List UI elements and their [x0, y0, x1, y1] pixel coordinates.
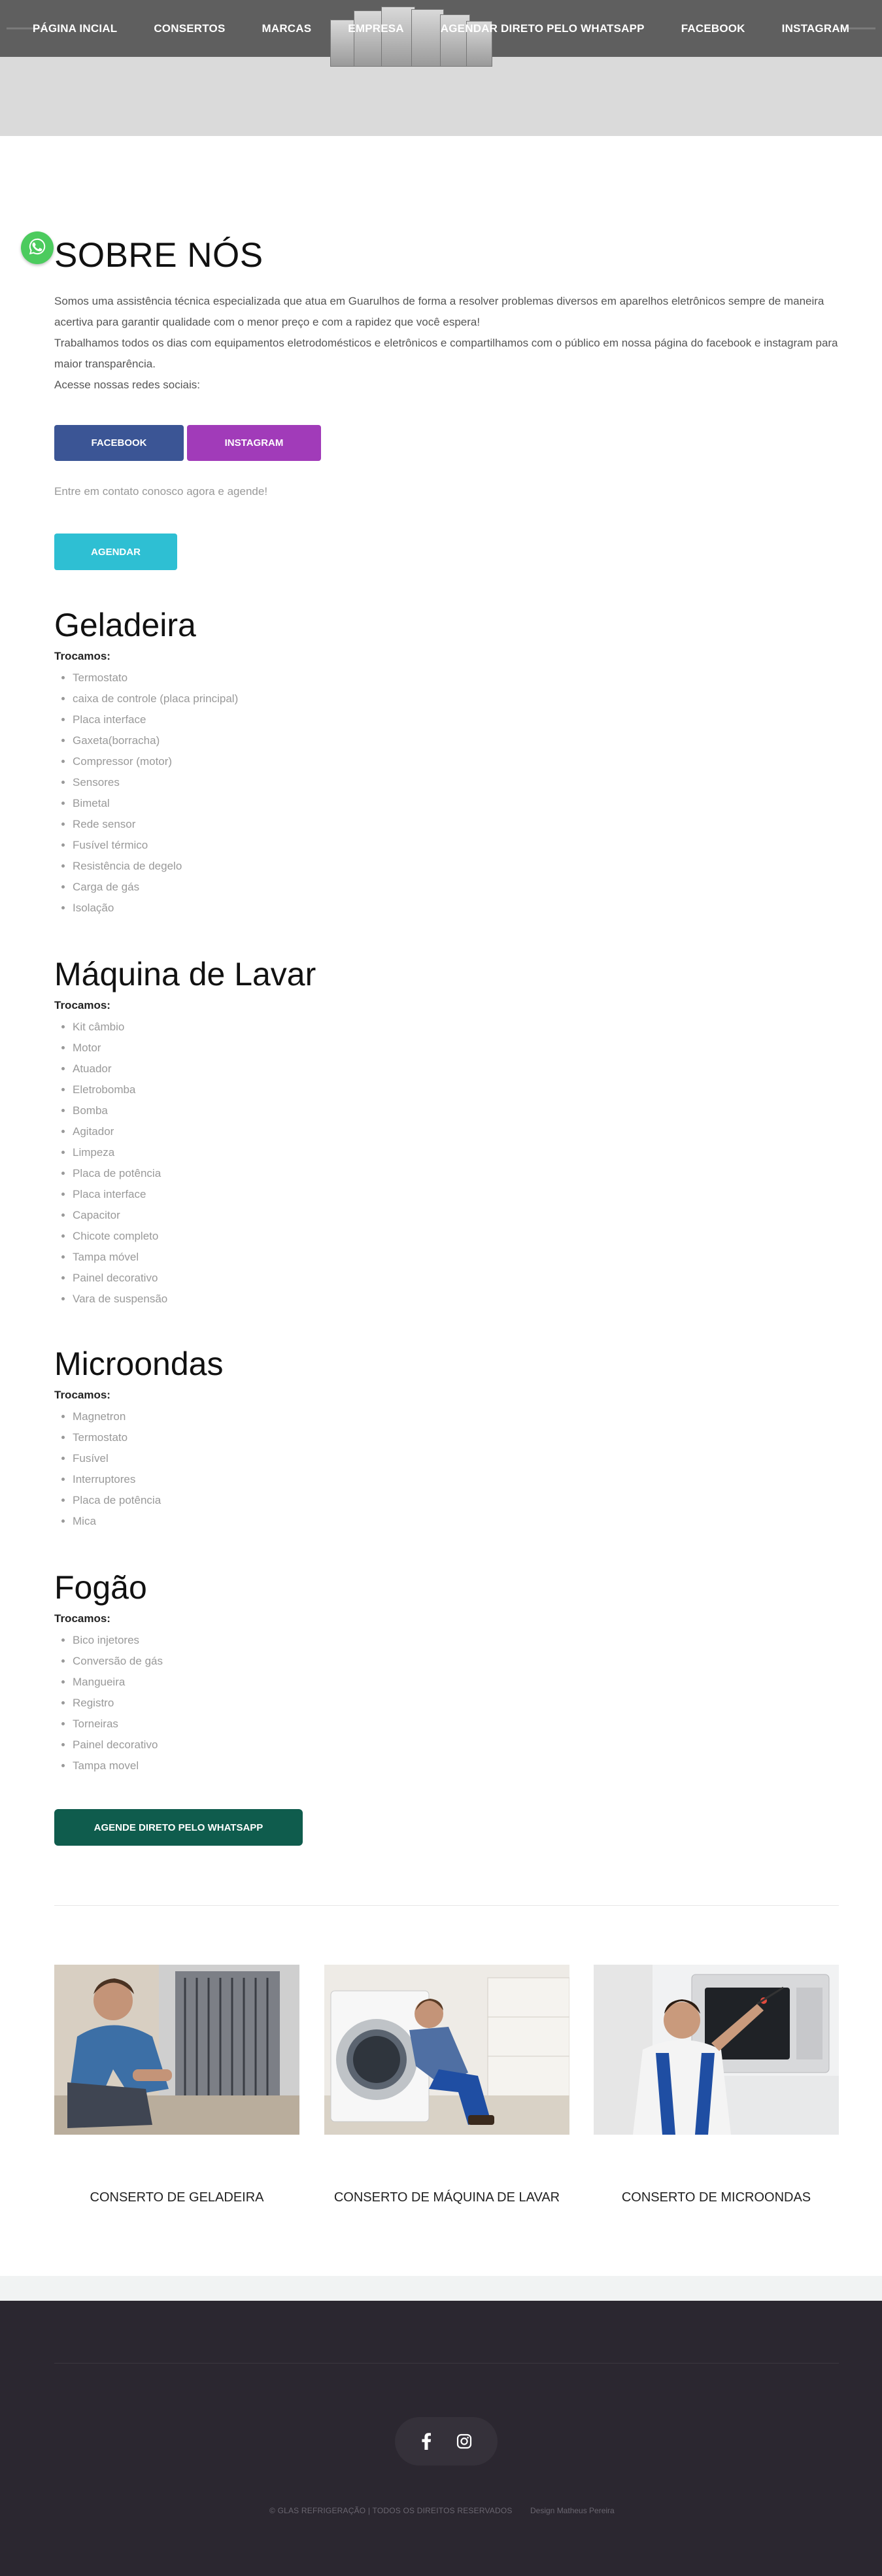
list-item: Interruptores [73, 1469, 161, 1490]
service-card-microwave[interactable]: CONSERTO DE MICROONDAS [594, 1965, 839, 2205]
facebook-button[interactable]: FACEBOOK [54, 425, 184, 461]
list-item: Vara de suspensão [73, 1289, 167, 1310]
footer-social-links [395, 2417, 498, 2466]
list-item: Fusível térmico [73, 835, 238, 856]
list-item: Compressor (motor) [73, 751, 238, 772]
list-item: Atuador [73, 1059, 167, 1079]
service-list: Bico injetores Conversão de gás Mangueir… [73, 1630, 163, 1776]
list-item: Sensores [73, 772, 238, 793]
list-item: Bomba [73, 1100, 167, 1121]
list-item: Registro [73, 1693, 163, 1714]
facebook-icon[interactable] [421, 2433, 432, 2450]
about-paragraph: Acesse nossas redes sociais: [54, 379, 200, 391]
list-item: Mica [73, 1511, 161, 1532]
card-caption: CONSERTO DE MICROONDAS [621, 2190, 811, 2205]
list-item: Gaxeta(borracha) [73, 730, 238, 751]
list-item: Capacitor [73, 1205, 167, 1226]
list-item: Motor [73, 1038, 167, 1059]
list-item: Placa interface [73, 709, 238, 730]
list-item: Chicote completo [73, 1226, 167, 1247]
list-item: Conversão de gás [73, 1651, 163, 1672]
list-item: Resistência de degelo [73, 856, 238, 877]
list-item: Agitador [73, 1121, 167, 1142]
contact-text: Entre em contato conosco agora e agende! [54, 485, 268, 498]
footer: © GLAS REFRIGERAÇÃO | TODOS OS DIREITOS … [0, 2301, 882, 2576]
nav-item-repairs[interactable]: CONSERTOS [135, 22, 243, 35]
service-subtitle: Trocamos: [54, 999, 110, 1011]
list-item: Isolação [73, 898, 238, 919]
list-item: Termostato [73, 1427, 161, 1448]
service-title: Microondas [54, 1346, 224, 1382]
service-card-washer[interactable]: CONSERTO DE MÁQUINA DE LAVAR [324, 1965, 569, 2205]
list-item: Termostato [73, 668, 238, 688]
about-text: Somos uma assistência técnica especializ… [54, 291, 839, 396]
footer-divider [54, 2363, 839, 2364]
service-list: Magnetron Termostato Fusível Interruptor… [73, 1406, 161, 1532]
list-item: Bico injetores [73, 1630, 163, 1651]
list-item: Torneiras [73, 1714, 163, 1735]
list-item: Placa de potência [73, 1490, 161, 1511]
list-item: Kit câmbio [73, 1017, 167, 1038]
list-item: Rede sensor [73, 814, 238, 835]
card-caption: CONSERTO DE MÁQUINA DE LAVAR [333, 2190, 560, 2205]
social-buttons: FACEBOOK INSTAGRAM [54, 425, 321, 461]
list-item: Magnetron [73, 1406, 161, 1427]
nav-item-instagram[interactable]: INSTAGRAM [764, 22, 868, 35]
top-navbar: PÁGINA INCIAL CONSERTOS MARCAS EMPRESA A… [0, 0, 882, 136]
whatsapp-float-button[interactable] [21, 231, 54, 264]
list-item: Carga de gás [73, 877, 238, 898]
nav-item-company[interactable]: EMPRESA [330, 22, 422, 35]
nav-menu: PÁGINA INCIAL CONSERTOS MARCAS EMPRESA A… [0, 0, 882, 57]
service-title: Geladeira [54, 607, 196, 643]
instagram-button[interactable]: INSTAGRAM [187, 425, 321, 461]
list-item: Mangueira [73, 1672, 163, 1693]
instagram-icon[interactable] [456, 2433, 472, 2449]
list-item: Tampa movel [73, 1755, 163, 1776]
about-paragraph: Somos uma assistência técnica especializ… [54, 295, 824, 328]
list-item: Painel decorativo [73, 1268, 167, 1289]
whatsapp-icon [27, 237, 47, 260]
list-item: Limpeza [73, 1142, 167, 1163]
section-divider [54, 1905, 839, 1906]
list-item: Placa de potência [73, 1163, 167, 1184]
list-item: Painel decorativo [73, 1735, 163, 1755]
service-title: Fogão [54, 1569, 147, 1606]
microwave-repair-image [594, 1965, 839, 2135]
list-item: Eletrobomba [73, 1079, 167, 1100]
list-item: Placa interface [73, 1184, 167, 1205]
hero-banner [0, 57, 882, 136]
service-subtitle: Trocamos: [54, 650, 110, 662]
washer-repair-image [324, 1965, 569, 2135]
footer-design-credit[interactable]: Design Matheus Pereira [530, 2506, 615, 2515]
service-list: Termostato caixa de controle (placa prin… [73, 668, 238, 919]
list-item: caixa de controle (placa principal) [73, 688, 238, 709]
service-subtitle: Trocamos: [54, 1389, 110, 1401]
service-subtitle: Trocamos: [54, 1612, 110, 1625]
about-paragraph: Trabalhamos todos os dias com equipament… [54, 337, 838, 370]
nav-item-whatsapp[interactable]: AGENDAR DIRETO PELO WHATSAPP [422, 22, 663, 35]
footer-top-band [0, 2276, 882, 2301]
card-caption: CONSERTO DE GELADEIRA [90, 2190, 264, 2205]
service-title: Máquina de Lavar [54, 956, 316, 992]
fridge-repair-image [54, 1965, 299, 2135]
service-list: Kit câmbio Motor Atuador Eletrobomba Bom… [73, 1017, 167, 1310]
service-card-fridge[interactable]: CONSERTO DE GELADEIRA [54, 1965, 299, 2205]
nav-item-home[interactable]: PÁGINA INCIAL [14, 22, 135, 35]
list-item: Tampa móvel [73, 1247, 167, 1268]
schedule-button[interactable]: AGENDAR [54, 534, 177, 570]
about-title: SOBRE NÓS [54, 236, 263, 275]
whatsapp-schedule-button[interactable]: AGENDE DIRETO PELO WHATSAPP [54, 1809, 303, 1846]
list-item: Fusível [73, 1448, 161, 1469]
nav-item-facebook[interactable]: FACEBOOK [663, 22, 764, 35]
list-item: Bimetal [73, 793, 238, 814]
footer-copyright: © GLAS REFRIGERAÇÃO | TODOS OS DIREITOS … [269, 2506, 513, 2515]
nav-item-brands[interactable]: MARCAS [243, 22, 330, 35]
